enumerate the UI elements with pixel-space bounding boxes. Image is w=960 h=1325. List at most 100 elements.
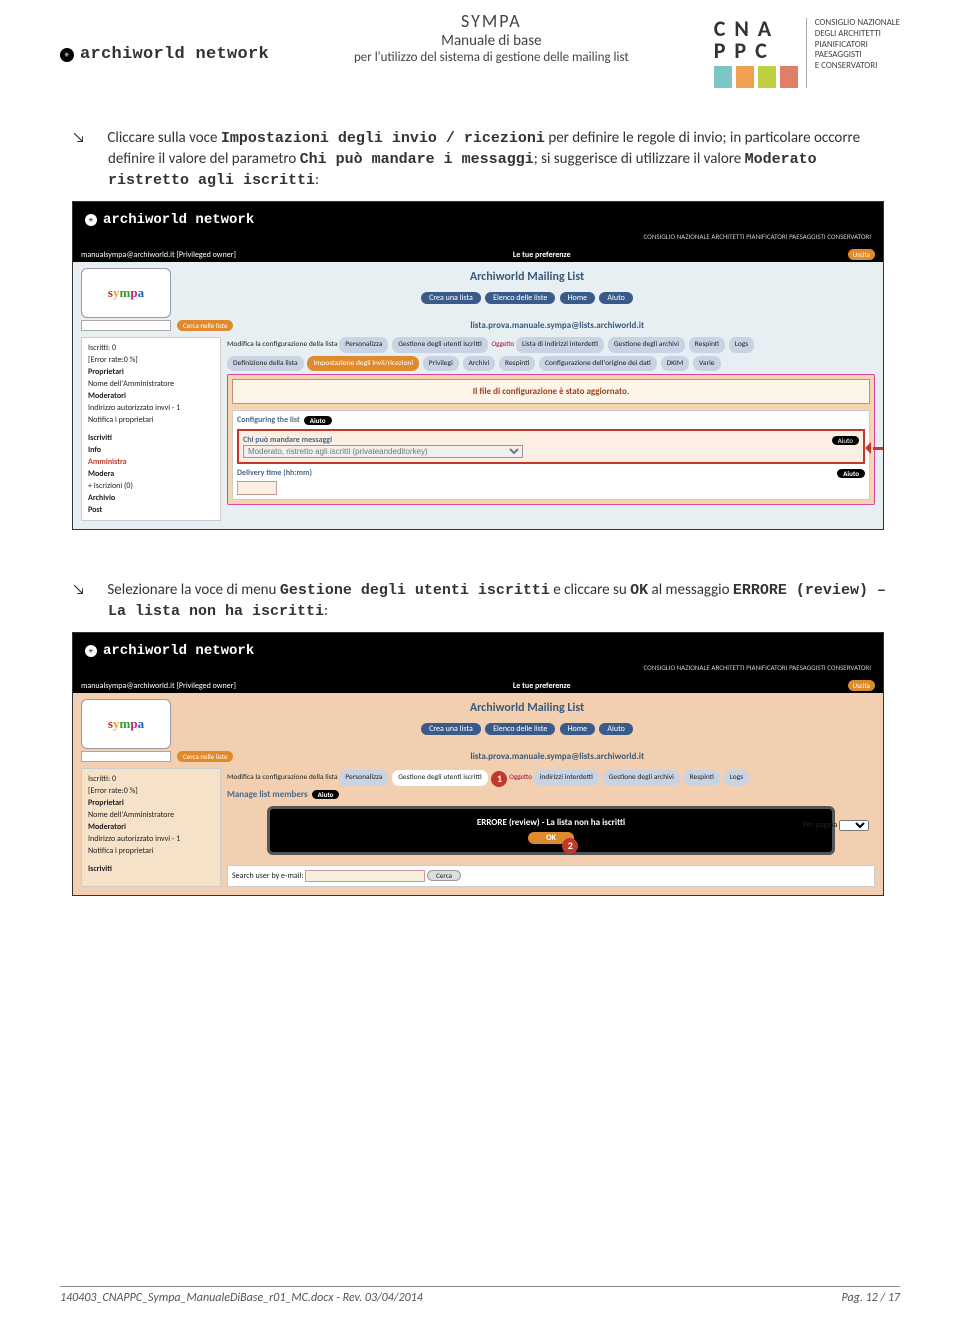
error-modal: ERRORE (review) - La lista non ha iscrit… [267,806,835,855]
tab-manage-users-active[interactable]: Gestione degli utenti iscritti [392,770,488,786]
delivery-time-input[interactable] [237,481,277,495]
user-label: manualsympa@archiworld.it [Privileged ow… [81,250,236,260]
search-user-input[interactable] [305,870,425,882]
sidebar-moderate[interactable]: Modera [88,469,114,479]
config-tabs-top: Modifica la configurazione della lista P… [227,768,875,786]
cnappc-line: E CONSERVATORI [815,61,900,72]
search-button[interactable]: Cerca nelle liste [177,751,233,762]
list-address: lista.prova.manuale.sympa@lists.archiwor… [239,749,875,764]
per-page-label: Per pagina [803,820,837,830]
text: Cliccare sulla voce [107,129,220,147]
search-user-label: Search user by e-mail: [232,871,304,881]
sidebar-owner-name: Nome dell'Amministratore [88,378,214,390]
header-center: SYMPA Manuale di base per l'utilizzo del… [354,10,629,65]
sidebar-moderate-sub[interactable]: + Iscrizioni (0) [88,480,214,492]
search-input[interactable] [81,751,171,762]
tab-home[interactable]: Home [560,292,596,304]
document-header: ✳ archiworld network SYMPA Manuale di ba… [60,10,900,88]
sidebar-owners-label: Proprietari [88,798,124,808]
tab-list-of-lists[interactable]: Elenco delle liste [485,292,555,304]
tab-archives[interactable]: Gestione degli archivi [603,770,680,786]
sympa-logo-icon: sympa [81,268,171,318]
delivery-time-label: Delivery time (hh:mm) [237,468,312,478]
footer-page-number: Pag. 12 / 17 [842,1291,900,1305]
sidebar-subscribe[interactable]: Iscriviti [88,433,112,443]
sidebar-error-rate: [Error rate:0 %] [88,354,214,366]
arrow-bullet-icon: ↘ [90,580,104,601]
nav-link-preferences[interactable]: Le tue preferenze [513,681,571,691]
tab-personalize[interactable]: Personalizza [339,337,388,353]
tab-create-list[interactable]: Crea una lista [421,292,481,304]
tab-manage-users[interactable]: Gestione degli utenti iscritti [392,337,488,353]
search-user-button[interactable]: Cerca [427,870,461,881]
sidebar-subscribe[interactable]: Iscriviti [88,864,112,874]
nav-link-preferences[interactable]: Le tue preferenze [513,250,571,260]
globe-icon: ✳ [85,645,97,657]
tab-archives2[interactable]: Archivi [463,356,496,372]
who-can-send-select[interactable]: Moderato, ristretto agli iscritti (priva… [243,445,523,458]
tab-help[interactable]: Aiuto [599,292,633,304]
shot2-body: sympa Archiworld Mailing List Crea una l… [73,693,883,895]
tab-blacklist[interactable]: indirizzi interdetti [534,770,599,786]
config-panel: Il file di configurazione è stato aggior… [227,374,875,505]
search-input[interactable] [81,320,171,331]
sidebar-subscribers: Iscritti: 0 [88,773,214,785]
tab-blacklist[interactable]: Lista di indirizzi interdetti [516,337,604,353]
screenshot-1: ✳ archiworld network CONSIGLIO NAZIONALE… [72,201,884,530]
tab-list-def[interactable]: Definizione della lista [227,356,304,372]
error-message: ERRORE (review) - La lista non ha iscrit… [282,817,820,828]
tab-list-of-lists[interactable]: Elenco delle liste [485,723,555,735]
code-text: Impostazioni degli invio / ricezioni [221,130,545,147]
config-tabs-top: Modifica la configurazione della lista P… [227,337,875,353]
tab-create-list[interactable]: Crea una lista [421,723,481,735]
sidebar-auth-address: Indirizzo autorizzato invvi - 1 [88,833,214,845]
text: ; si suggerisce di utilizzare il valore [534,150,745,168]
per-page-select[interactable] [839,820,869,831]
tab-bounces2[interactable]: Respinti [499,356,535,372]
help-button[interactable]: Aiuto [832,436,859,445]
tab-privileges[interactable]: Privilegi [423,356,459,372]
sidebar-owner-name: Nome dell'Amministratore [88,809,214,821]
page-title: Archiworld Mailing List [81,270,875,284]
tab-misc[interactable]: Varie [693,356,721,372]
search-button[interactable]: Cerca nelle liste [177,320,233,331]
tab-dkim[interactable]: DKIM [661,356,690,372]
code-text: Gestione degli utenti iscritti [280,582,550,599]
shot1-brandbar: ✳ archiworld network [73,202,883,232]
config-updated-message: Il file di configurazione è stato aggior… [232,379,870,404]
help-button[interactable]: Aiuto [312,790,340,799]
brand-text: archiworld network [103,212,254,228]
tab-send-receive[interactable]: Impostazione degli invii/ricezioni [307,356,419,372]
sidebar-info[interactable]: Info [88,445,101,455]
tab-help[interactable]: Aiuto [599,723,633,735]
logout-button[interactable]: Uscita [848,680,875,691]
text: Selezionare la voce di menu [107,581,279,599]
sidebar-post[interactable]: Post [88,505,102,515]
brand-text: archiworld network [103,643,254,659]
sidebar-owners-label: Proprietari [88,367,124,377]
delivery-time-row: Delivery time (hh:mm) Aiuto [237,468,865,478]
tab-logs[interactable]: Logs [724,770,750,786]
config-box: Configuring the list Aiuto Chi può manda… [232,410,870,500]
arrow-bullet-icon: ↘ [90,128,104,149]
help-button[interactable]: Aiuto [304,416,332,425]
header-cnappc-logo: C N A P P C CONSIGLIO NAZIONALE DEGLI AR… [714,18,900,88]
tab-home[interactable]: Home [560,723,596,735]
main-tabs: Crea una lista Elenco delle liste Home A… [81,721,875,735]
globe-icon: ✳ [85,214,97,226]
help-button[interactable]: Aiuto [837,469,865,478]
search-row: Cerca nelle liste lista.prova.manuale.sy… [81,749,875,764]
tab-archives[interactable]: Gestione degli archivi [608,337,685,353]
tab-logs[interactable]: Logs [729,337,755,353]
sidebar-archive[interactable]: Archivio [88,493,115,503]
tab-personalize[interactable]: Personalizza [339,770,388,786]
tab-bounces[interactable]: Respinti [689,337,725,353]
logout-button[interactable]: Uscita [848,249,875,260]
user-label: manualsympa@archiworld.it [Privileged ow… [81,681,236,691]
config-title-row: Configuring the list Aiuto [237,415,865,425]
sidebar-admin[interactable]: Amministra [88,457,127,467]
config-tabs-bottom: Definizione della lista Impostazione deg… [227,356,875,372]
tab-datasource[interactable]: Configurazione dell'origine dei dati [539,356,657,372]
brand-text: archiworld network [80,45,269,64]
tab-bounces[interactable]: Respinti [684,770,720,786]
